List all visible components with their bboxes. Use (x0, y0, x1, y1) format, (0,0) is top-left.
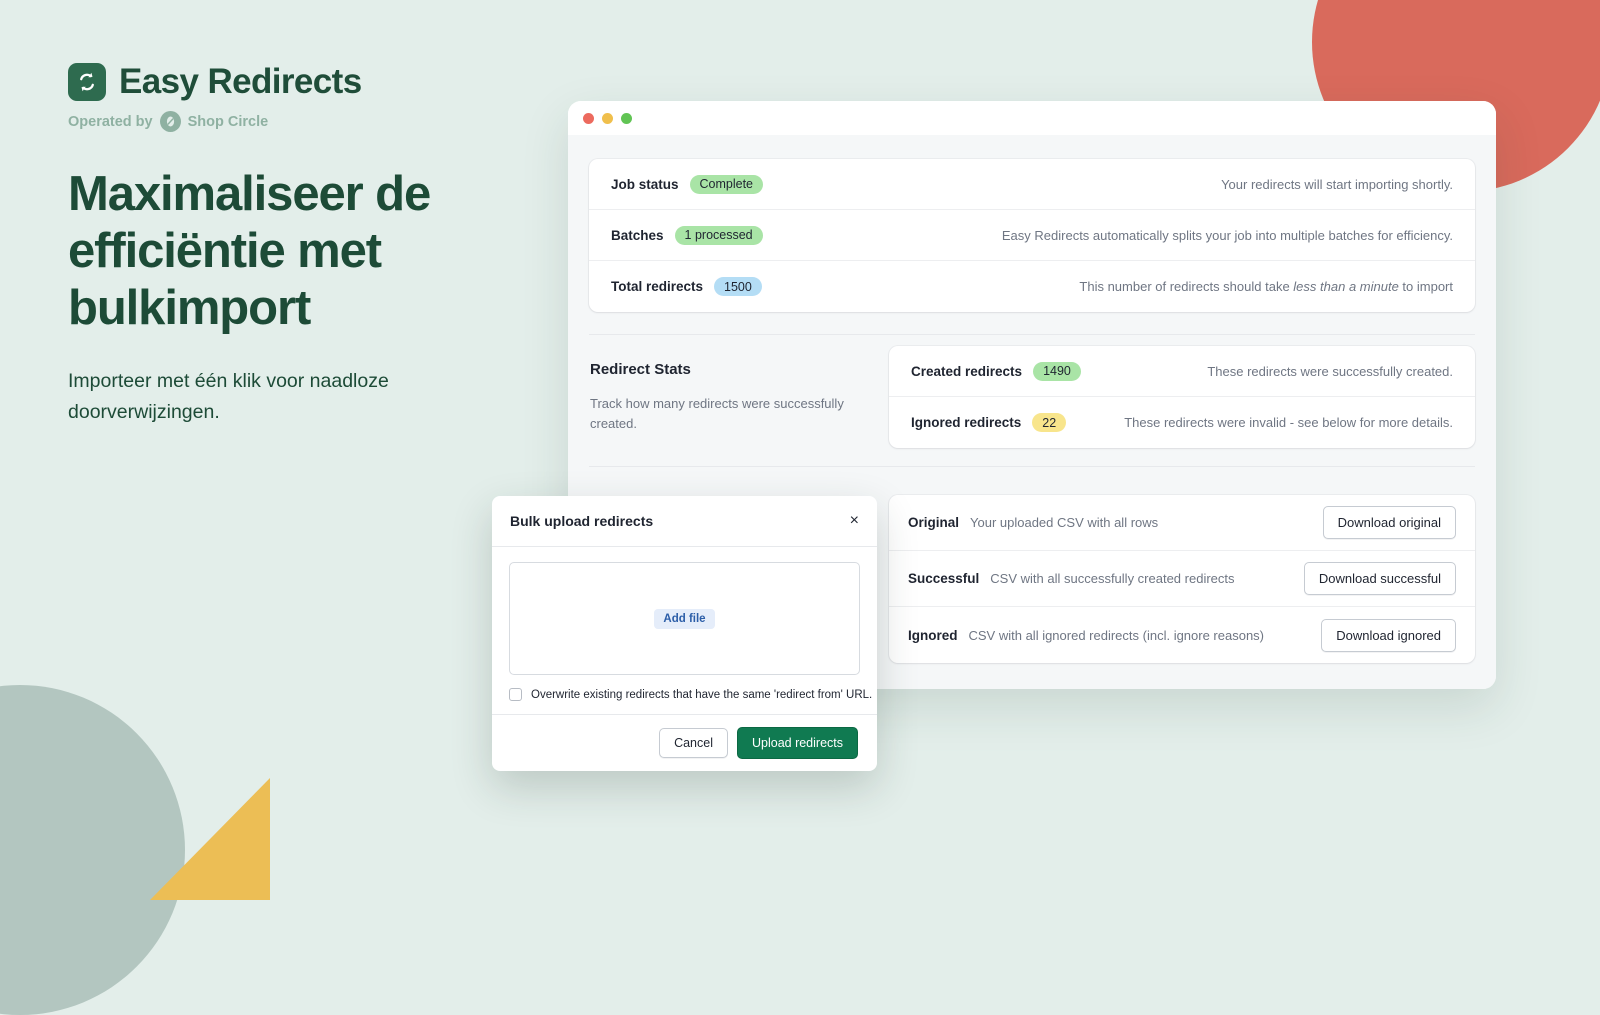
created-redirects-badge: 1490 (1033, 361, 1081, 381)
ignored-description: CSV with all ignored redirects (incl. ig… (968, 627, 1265, 643)
overwrite-label: Overwrite existing redirects that have t… (531, 688, 873, 701)
batches-label: Batches (611, 227, 664, 243)
ignored-label: Ignored (908, 627, 958, 643)
batches-description: Easy Redirects automatically splits your… (1001, 227, 1453, 243)
created-redirects-description: These redirects were successfully create… (1207, 363, 1453, 379)
page-subtitle: Importeer met één klik voor naadloze doo… (68, 370, 389, 423)
modal-title: Bulk upload redirects (510, 513, 654, 530)
ignored-redirects-badge: 22 (1032, 413, 1067, 432)
desc-suffix: to import (1398, 279, 1453, 294)
downloads-card-wrapper: Original Your uploaded CSV with all rows… (889, 489, 1475, 663)
brand-lockup: Easy Redirects (68, 62, 538, 102)
close-dot-red[interactable] (583, 112, 594, 124)
job-status-label: Job status (611, 176, 679, 192)
job-status-description: Your redirects will start importing shor… (1221, 176, 1453, 192)
refresh-arrows-icon (68, 63, 106, 101)
total-redirects-label: Total redirects (611, 279, 704, 294)
download-ignored-button[interactable]: Download ignored (1321, 618, 1456, 652)
status-badge: Complete (689, 174, 764, 194)
download-original-button[interactable]: Download original (1322, 506, 1456, 539)
desc-italic: less than a minute (1293, 279, 1399, 294)
redirect-stats-card-wrapper: Created redirects 1490 These redirects w… (889, 340, 1475, 448)
modal-footer: Cancel Upload redirects (492, 714, 877, 771)
original-description: Your uploaded CSV with all rows (970, 515, 1159, 530)
table-row: Ignored CSV with all ignored redirects (… (889, 607, 1475, 663)
upload-redirects-button[interactable]: Upload redirects (736, 727, 858, 760)
redirect-stats-info: Redirect Stats Track how many redirects … (589, 340, 889, 448)
file-dropzone[interactable]: Add file (509, 562, 860, 676)
download-successful-button[interactable]: Download successful (1303, 562, 1456, 595)
batches-badge: 1 processed (674, 225, 763, 245)
table-row: Ignored redirects 22 These redirects wer… (889, 397, 1475, 448)
decorative-yellow-triangle (150, 778, 270, 900)
table-row: Successful CSV with all successfully cre… (889, 551, 1475, 607)
redirect-stats-section: Redirect Stats Track how many redirects … (589, 334, 1475, 448)
redirect-stats-description: Track how many redirects were successful… (590, 396, 844, 432)
redirect-stats-card: Created redirects 1490 These redirects w… (889, 346, 1475, 448)
ignored-redirects-label: Ignored redirects (911, 415, 1022, 430)
downloads-card: Original Your uploaded CSV with all rows… (889, 495, 1475, 663)
total-redirects-description: This number of redirects should take les… (1079, 279, 1453, 294)
overwrite-checkbox[interactable] (509, 688, 522, 702)
modal-body: Add file Overwrite existing redirects th… (492, 547, 877, 714)
modal-header: Bulk upload redirects × (492, 496, 877, 548)
successful-label: Successful (908, 571, 980, 586)
desc-prefix: This number of redirects should take (1079, 279, 1294, 294)
shop-circle-icon (159, 111, 181, 132)
cancel-button[interactable]: Cancel (659, 728, 728, 759)
shop-circle-label: Shop Circle (187, 113, 269, 130)
operated-by-label: Operated by (68, 113, 153, 130)
add-file-button[interactable]: Add file (654, 608, 715, 629)
maximize-dot-green[interactable] (621, 112, 632, 124)
job-status-card: Job status Complete Your redirects will … (589, 159, 1475, 312)
created-redirects-label: Created redirects (911, 363, 1023, 379)
table-row: Original Your uploaded CSV with all rows… (889, 495, 1475, 551)
table-row: Created redirects 1490 These redirects w… (889, 346, 1475, 397)
decorative-gray-circle (0, 685, 185, 1015)
total-redirects-badge: 1500 (714, 277, 762, 296)
overwrite-option-row: Overwrite existing redirects that have t… (509, 688, 872, 714)
table-row: Batches 1 processed Easy Redirects autom… (589, 210, 1475, 261)
operated-by-row: Operated by Shop Circle (68, 111, 538, 132)
brand-name: Easy Redirects (119, 62, 362, 101)
close-icon[interactable]: × (850, 513, 859, 529)
page-title: Maximaliseer de efficiëntie met bulkimpo… (68, 167, 431, 335)
table-row: Total redirects 1500 This number of redi… (589, 261, 1475, 312)
successful-description: CSV with all successfully created redire… (990, 571, 1235, 586)
bulk-upload-modal: Bulk upload redirects × Add file Overwri… (492, 496, 877, 771)
minimize-dot-yellow[interactable] (602, 112, 613, 124)
ignored-redirects-description: These redirects were invalid - see below… (1124, 415, 1453, 430)
table-row: Job status Complete Your redirects will … (589, 159, 1475, 210)
redirect-stats-title: Redirect Stats (590, 361, 691, 378)
hero-section: Easy Redirects Operated by Shop Circle M… (68, 62, 538, 427)
browser-titlebar (568, 101, 1496, 135)
original-label: Original (908, 515, 960, 530)
